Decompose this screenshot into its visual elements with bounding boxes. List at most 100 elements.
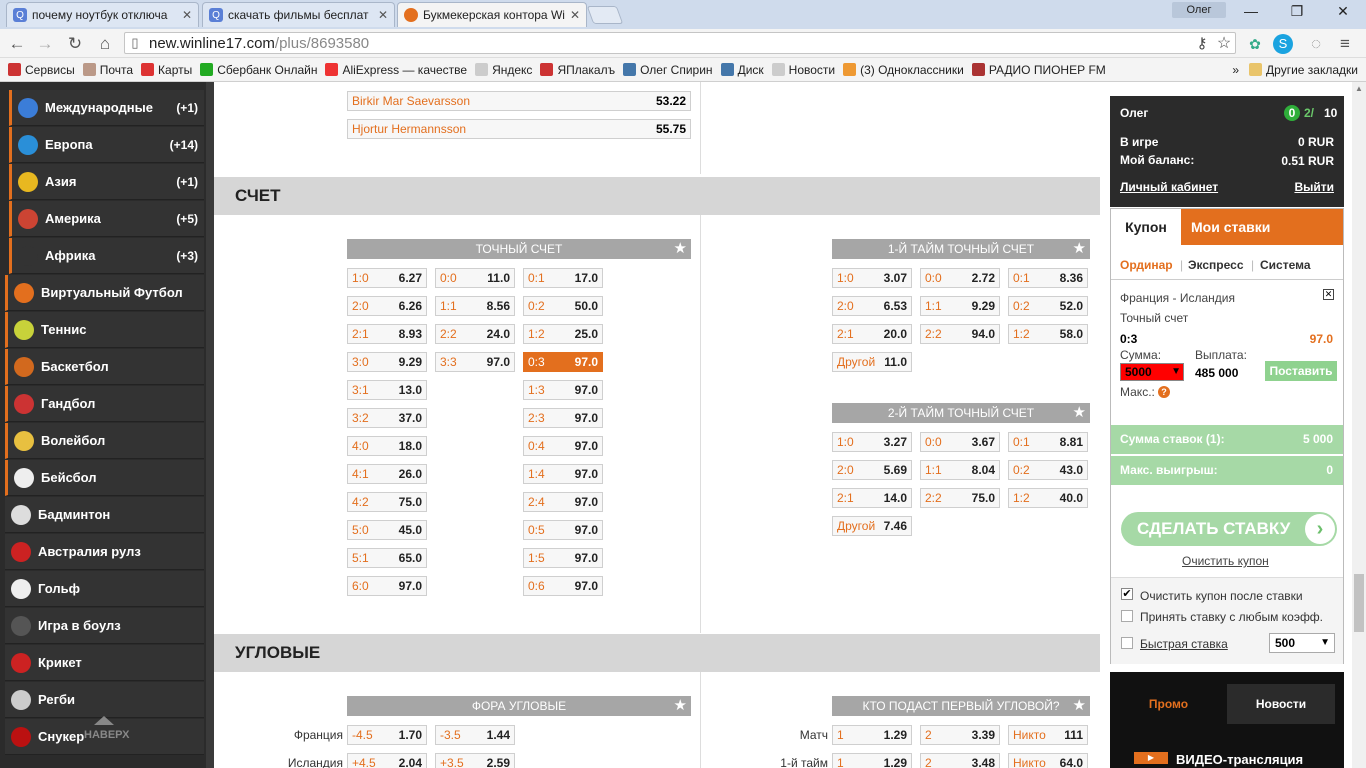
maximize-button[interactable]: ❐	[1274, 0, 1320, 22]
odds-cell[interactable]: 0:1 8.81	[1008, 432, 1088, 452]
bookmark-item[interactable]: ЯПлакалъ	[540, 63, 615, 77]
odds-cell[interactable]: 0:0 2.72	[920, 268, 1000, 288]
odds-cell[interactable]: -4.5 1.70	[347, 725, 427, 745]
odds-cell[interactable]: +3.5 2.59	[435, 753, 515, 768]
address-bar[interactable]: ▯ new.winline17.com/plus/8693580 ⚷ ☆	[124, 32, 1236, 54]
tab-news[interactable]: Новости	[1227, 684, 1335, 724]
bookmark-item[interactable]: Диск	[720, 63, 764, 77]
profile-button[interactable]: Олег	[1172, 2, 1226, 18]
mode-single[interactable]: Ординар	[1120, 258, 1173, 272]
scroll-up-button[interactable]: НАВЕРХ	[84, 714, 129, 748]
odds-cell[interactable]: 1:1 9.29	[920, 296, 1000, 316]
odds-cell[interactable]: Другой 11.0	[832, 352, 912, 372]
odds-cell[interactable]: 2:3 97.0	[523, 408, 603, 428]
sidebar-item[interactable]: Крикет	[5, 645, 204, 681]
odds-cell[interactable]: 5:1 65.0	[347, 548, 427, 568]
favorite-star-icon[interactable]: ★	[1073, 696, 1086, 716]
other-bookmarks[interactable]: Другие закладки	[1249, 63, 1358, 77]
mode-express[interactable]: Экспресс	[1188, 258, 1244, 272]
odds-cell[interactable]: 1:1 8.56	[435, 296, 515, 316]
odds-cell[interactable]: 2:0 5.69	[832, 460, 912, 480]
odds-cell[interactable]: +4.5 2.04	[347, 753, 427, 768]
sidebar-scrollbar[interactable]	[206, 82, 214, 768]
video-link[interactable]: ВИДЕО-трансляция	[1176, 752, 1303, 767]
odds-cell[interactable]: 2:1 20.0	[832, 324, 912, 344]
odds-cell[interactable]: 0:1 8.36	[1008, 268, 1088, 288]
bookmark-item[interactable]: (3) Одноклассники	[843, 63, 964, 77]
player-row[interactable]: Birkir Mar Saevarsson 53.22	[347, 91, 691, 111]
close-icon[interactable]: ✕	[570, 8, 580, 22]
odds-cell[interactable]: 0:2 43.0	[1008, 460, 1088, 480]
key-icon[interactable]: ⚷	[1191, 34, 1213, 52]
odds-cell[interactable]: 3:1 13.0	[347, 380, 427, 400]
sidebar-item[interactable]: Гольф	[5, 571, 204, 607]
odds-cell[interactable]: 0:0 3.67	[920, 432, 1000, 452]
odds-cell[interactable]: 0:3 97.0	[523, 352, 603, 372]
checkbox-fast-bet[interactable]	[1121, 637, 1133, 649]
help-icon[interactable]: ?	[1158, 386, 1170, 398]
close-icon[interactable]: ✕	[182, 8, 192, 22]
odds-cell[interactable]: 1:0 3.27	[832, 432, 912, 452]
reload-icon[interactable]: ↻	[64, 33, 86, 55]
odds-cell[interactable]: 2:2 94.0	[920, 324, 1000, 344]
player-row[interactable]: Hjortur Hermannsson 55.75	[347, 119, 691, 139]
clear-coupon-link[interactable]: Очистить купон	[1182, 554, 1269, 568]
odds-cell[interactable]: 1:0 3.07	[832, 268, 912, 288]
sidebar-item[interactable]: Волейбол	[5, 423, 204, 459]
sidebar-item[interactable]: Бейсбол	[5, 460, 204, 496]
logout-link[interactable]: Выйти	[1294, 180, 1334, 194]
scroll-up-icon[interactable]: ▲	[1353, 84, 1365, 94]
sidebar-item[interactable]: Америка (+5)	[9, 201, 204, 237]
odds-cell[interactable]: 2:2 75.0	[920, 488, 1000, 508]
odds-cell[interactable]: 4:1 26.0	[347, 464, 427, 484]
odds-cell[interactable]: 2:2 24.0	[435, 324, 515, 344]
odds-cell[interactable]: 2:4 97.0	[523, 492, 603, 512]
odds-cell[interactable]: 0:5 97.0	[523, 520, 603, 540]
odds-cell[interactable]: 6:0 97.0	[347, 576, 427, 596]
sidebar-item[interactable]: Регби	[5, 682, 204, 718]
favorite-star-icon[interactable]: ★	[674, 696, 687, 716]
odds-cell[interactable]: 1:2 58.0	[1008, 324, 1088, 344]
option-fast-bet[interactable]: Быстрая ставка	[1140, 637, 1228, 651]
sidebar-item[interactable]: Бадминтон	[5, 497, 204, 533]
forward-icon[interactable]: →	[34, 33, 56, 55]
extension-icon[interactable]: ✿	[1244, 33, 1266, 55]
odds-cell[interactable]: 3:3 97.0	[435, 352, 515, 372]
close-icon[interactable]: ✕	[378, 8, 388, 22]
sidebar-item[interactable]: Виртуальный Футбол	[5, 275, 204, 311]
sidebar-item[interactable]: Игра в боулз	[5, 608, 204, 644]
sidebar-item[interactable]: Азия (+1)	[9, 164, 204, 200]
bookmark-item[interactable]: Сервисы	[8, 63, 75, 77]
odds-cell[interactable]: 0:0 11.0	[435, 268, 515, 288]
odds-cell[interactable]: 0:4 97.0	[523, 436, 603, 456]
bookmark-item[interactable]: Сбербанк Онлайн	[200, 63, 317, 77]
odds-cell[interactable]: 1:4 97.0	[523, 464, 603, 484]
odds-cell[interactable]: 1:1 8.04	[920, 460, 1000, 480]
menu-icon[interactable]: ≡	[1334, 33, 1356, 55]
odds-cell[interactable]: 1:2 25.0	[523, 324, 603, 344]
sidebar-item[interactable]: Европа (+14)	[9, 127, 204, 163]
odds-cell[interactable]: -3.5 1.44	[435, 725, 515, 745]
tab-promo[interactable]: Промо	[1110, 684, 1227, 724]
odds-cell[interactable]: 5:0 45.0	[347, 520, 427, 540]
bookmark-item[interactable]: РАДИО ПИОНЕР FM	[971, 63, 1106, 77]
odds-cell[interactable]: 2:0 6.53	[832, 296, 912, 316]
checkbox-any-odds[interactable]	[1121, 610, 1133, 622]
star-icon[interactable]: ☆	[1213, 33, 1235, 53]
odds-cell[interactable]: 0:2 52.0	[1008, 296, 1088, 316]
browser-tab-1[interactable]: Q почему ноутбук отключа ✕	[6, 2, 199, 27]
sidebar-item[interactable]: Баскетбол	[5, 349, 204, 385]
tab-coupon[interactable]: Купон	[1111, 209, 1181, 246]
back-icon[interactable]: ←	[6, 33, 28, 55]
favorite-star-icon[interactable]: ★	[1073, 403, 1086, 423]
sidebar-item[interactable]: Австралия рулз	[5, 534, 204, 570]
odds-cell[interactable]: 3:2 37.0	[347, 408, 427, 428]
odds-cell[interactable]: 4:0 18.0	[347, 436, 427, 456]
odds-cell[interactable]: 3:0 9.29	[347, 352, 427, 372]
odds-cell[interactable]: Никто 64.0	[1008, 753, 1088, 768]
bookmark-item[interactable]: Яндекс	[475, 63, 532, 77]
close-window-button[interactable]: ✕	[1320, 0, 1366, 22]
odds-cell[interactable]: 2 3.48	[920, 753, 1000, 768]
new-tab-button[interactable]	[586, 6, 624, 24]
odds-cell[interactable]: 1:5 97.0	[523, 548, 603, 568]
